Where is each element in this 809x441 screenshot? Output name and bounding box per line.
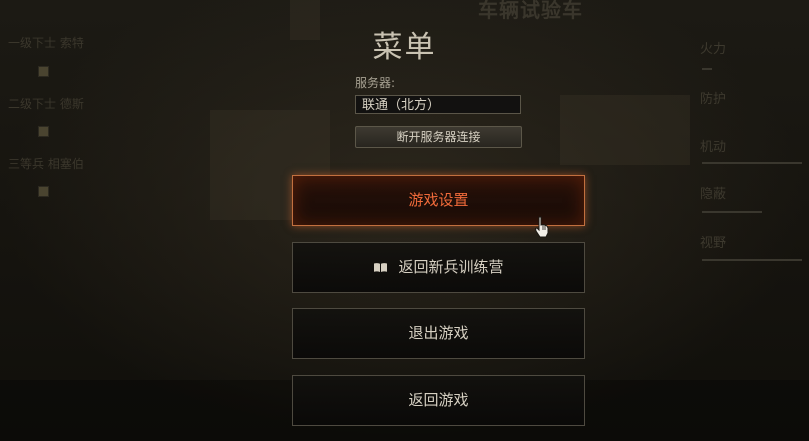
stat-view-range: 视野 (700, 236, 727, 251)
return-to-game-label: 返回游戏 (408, 391, 469, 409)
game-settings-label: 游戏设置 (408, 191, 469, 209)
stat-bar (702, 211, 762, 213)
stat-mobility: 机动 (700, 140, 727, 155)
crew-plus-icon (38, 126, 49, 137)
disconnect-server-button[interactable]: 断开服务器连接 (355, 126, 522, 148)
stat-bar (702, 68, 712, 70)
stat-protection: 防护 (700, 92, 727, 107)
crew-member-3: 三等兵 相塞伯 (8, 157, 84, 171)
hand-cursor-icon (534, 216, 549, 238)
return-to-boot-camp-label: 返回新兵训练营 (398, 258, 504, 276)
stat-bar (702, 259, 802, 261)
server-label: 服务器: (355, 76, 396, 90)
book-icon (374, 263, 388, 272)
exit-game-button[interactable]: 退出游戏 (292, 308, 585, 359)
crew-member-2: 二级下士 德斯 (8, 97, 84, 111)
server-select[interactable]: 联通（北方） (355, 95, 521, 114)
crew-plus-icon (38, 66, 49, 77)
stat-concealment: 隐蔽 (700, 187, 727, 202)
crew-plus-icon (38, 186, 49, 197)
return-to-boot-camp-button[interactable]: 返回新兵训练营 (292, 242, 585, 293)
stat-bar (702, 162, 802, 164)
menu-title: 菜单 (372, 30, 437, 65)
background-title: 车辆试验车 (478, 0, 583, 22)
exit-game-label: 退出游戏 (408, 324, 469, 342)
return-to-game-button[interactable]: 返回游戏 (292, 375, 585, 426)
background-structure (560, 95, 690, 165)
game-menu-screen: 车辆试验车 一级下士 索特 二级下士 德斯 三等兵 相塞伯 火力 防护 机动 隐… (0, 0, 809, 441)
